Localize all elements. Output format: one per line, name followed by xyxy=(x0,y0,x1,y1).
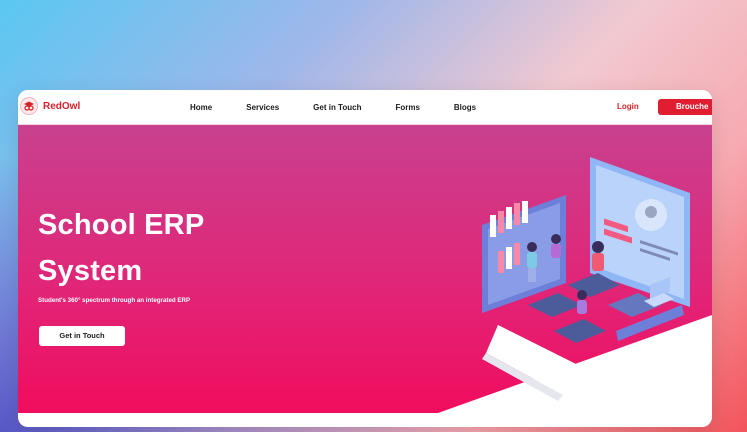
brand-logo[interactable]: RedOwl xyxy=(20,97,80,115)
classroom-illustration xyxy=(482,157,690,401)
hero-title: School ERP System xyxy=(38,202,204,294)
browser-frame: RedOwl Home Services Get in Touch Forms … xyxy=(18,90,712,427)
nav-get-in-touch[interactable]: Get in Touch xyxy=(313,103,361,112)
brand-name-red: Red xyxy=(43,100,62,112)
top-navigation: RedOwl Home Services Get in Touch Forms … xyxy=(18,90,712,125)
owl-logo-icon xyxy=(20,97,38,115)
brand-name-owl: Owl xyxy=(61,100,81,112)
nav-home[interactable]: Home xyxy=(190,103,212,112)
hero-subtitle: Student's 360° spectrum through an integ… xyxy=(38,297,191,304)
nav-blogs[interactable]: Blogs xyxy=(454,103,476,112)
login-link[interactable]: Login xyxy=(617,102,639,111)
nav-services[interactable]: Services xyxy=(246,103,279,112)
hero-title-line1: School ERP xyxy=(38,209,205,241)
hero-section: School ERP System Student's 360° spectru… xyxy=(18,125,712,427)
nav-links: Home Services Get in Touch Forms Blogs xyxy=(190,90,510,124)
hero-title-line2: System xyxy=(38,255,143,287)
brand-name: RedOwl xyxy=(43,101,80,112)
brouche-button[interactable]: Brouche xyxy=(658,99,712,115)
nav-forms[interactable]: Forms xyxy=(395,103,419,112)
diploma-scroll-icon xyxy=(482,325,578,401)
get-in-touch-button[interactable]: Get in Touch xyxy=(39,326,125,346)
